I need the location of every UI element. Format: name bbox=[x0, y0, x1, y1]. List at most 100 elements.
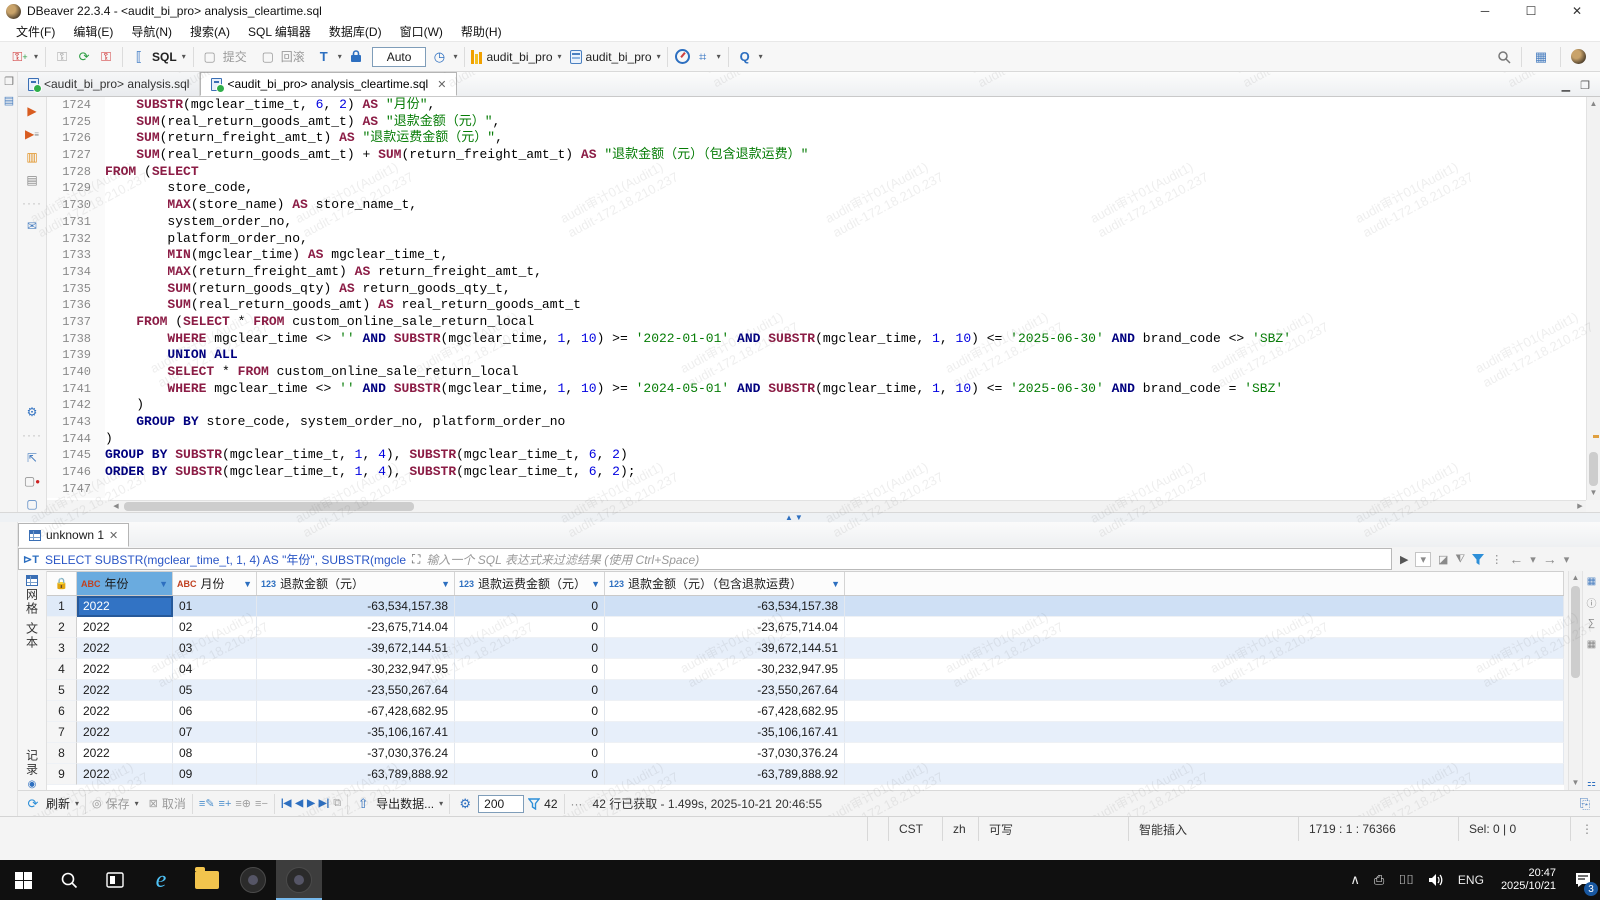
table-cell[interactable]: 2022 bbox=[77, 617, 173, 638]
menu-item-4[interactable]: SQL 编辑器 bbox=[240, 21, 319, 42]
perspective-icon[interactable]: ▦ bbox=[1532, 47, 1550, 67]
taskbar-search-icon[interactable] bbox=[46, 860, 92, 900]
table-cell[interactable]: 2022 bbox=[77, 659, 173, 680]
first-row-icon[interactable]: |◀ bbox=[281, 798, 292, 809]
table-cell[interactable]: 05 bbox=[173, 680, 257, 701]
grid-corner-cell[interactable]: 🔒 bbox=[47, 572, 77, 595]
code-line[interactable]: 1724 SUBSTR(mgclear_time_t, 6, 2) AS "月份… bbox=[47, 97, 1586, 114]
code-line[interactable]: 1739 UNION ALL bbox=[47, 347, 1586, 364]
menu-item-1[interactable]: 编辑(E) bbox=[65, 21, 121, 42]
table-cell[interactable]: 0 bbox=[455, 638, 605, 659]
overflow-dots[interactable]: ··· bbox=[571, 797, 583, 811]
network-icon[interactable]: ⌗ bbox=[694, 47, 712, 67]
transaction-mode-icon[interactable]: T bbox=[315, 47, 333, 67]
table-cell[interactable]: 2022 bbox=[77, 596, 173, 617]
internet-explorer-icon[interactable]: e bbox=[138, 860, 184, 900]
execute-script-icon[interactable]: ▶ ≡ bbox=[23, 126, 41, 142]
results-vertical-scrollbar[interactable]: ▲ ▼ bbox=[1568, 571, 1582, 790]
quick-search-dropdown-icon[interactable]: ▾ bbox=[759, 52, 763, 61]
table-cell[interactable]: 0 bbox=[455, 743, 605, 764]
table-cell[interactable]: -37,030,376.24 bbox=[605, 743, 845, 764]
transaction-dropdown-icon[interactable]: ▾ bbox=[338, 52, 342, 61]
minimize-editor-icon[interactable]: ▁ bbox=[1562, 79, 1570, 92]
code-line[interactable]: 1743 GROUP BY store_code, system_order_n… bbox=[47, 414, 1586, 431]
go-to-row-icon[interactable]: ⧉ bbox=[333, 797, 341, 810]
table-cell[interactable]: -30,232,947.95 bbox=[605, 659, 845, 680]
refresh-icon[interactable]: ⟳ bbox=[24, 794, 42, 814]
export-log-icon[interactable]: ⇱ bbox=[23, 450, 41, 466]
splitter-collapse-icons[interactable]: ▲▼ bbox=[785, 513, 805, 522]
tray-usb-icon[interactable]: ⎙ bbox=[1367, 872, 1391, 888]
transaction-log-dropdown-icon[interactable]: ▾ bbox=[453, 52, 457, 61]
search-icon[interactable] bbox=[1497, 50, 1511, 64]
table-row[interactable]: 4 2022 04 -30,232,947.95 0 -30,232,947.95 bbox=[47, 659, 1564, 680]
fetch-settings-gear-icon[interactable]: ⚙ bbox=[456, 794, 474, 814]
code-line[interactable]: 1745 GROUP BY SUBSTR(mgclear_time_t, 1, 4… bbox=[47, 447, 1586, 465]
table-cell[interactable]: 2022 bbox=[77, 638, 173, 659]
table-cell[interactable]: 0 bbox=[455, 596, 605, 617]
sort-dropdown-icon[interactable]: ▼ bbox=[831, 579, 840, 589]
network-dropdown-icon[interactable]: ▾ bbox=[717, 52, 721, 61]
table-cell[interactable]: 0 bbox=[455, 659, 605, 680]
results-tab[interactable]: unknown 1 ✕ bbox=[18, 523, 130, 547]
save-button[interactable]: 保存 bbox=[106, 795, 130, 812]
row-number[interactable]: 6 bbox=[47, 701, 77, 722]
table-cell[interactable]: 09 bbox=[173, 764, 257, 785]
output-icon[interactable]: ✉ bbox=[23, 218, 41, 234]
tab-text-view[interactable]: 文本 bbox=[24, 622, 41, 650]
row-number[interactable]: 7 bbox=[47, 722, 77, 743]
column-header-3[interactable]: 123 退款运费金额（元） ▼ bbox=[455, 572, 605, 595]
code-line[interactable]: 1734 MAX(return_freight_amt) AS return_f… bbox=[47, 263, 1586, 281]
rollback-button[interactable]: 回滚 bbox=[281, 48, 305, 65]
menu-item-5[interactable]: 数据库(D) bbox=[321, 21, 390, 42]
filters-menu-icon[interactable] bbox=[1472, 553, 1485, 565]
sql-code-editor[interactable]: 1724 SUBSTR(mgclear_time_t, 6, 2) AS "月份… bbox=[47, 97, 1586, 500]
start-button[interactable] bbox=[0, 860, 46, 900]
column-header-0[interactable]: ABC 年份 ▼ bbox=[77, 572, 173, 595]
code-line[interactable]: 1729 store_code, bbox=[47, 180, 1586, 198]
result-grid-icon[interactable]: ▤ bbox=[23, 172, 41, 188]
code-line[interactable]: 1747 bbox=[47, 480, 1586, 498]
quick-search-icon[interactable]: Q bbox=[736, 47, 754, 67]
column-header-4[interactable]: 123 退款金额（元）（包含退款运费） ▼ bbox=[605, 572, 845, 595]
table-cell[interactable]: -37,030,376.24 bbox=[257, 743, 455, 764]
editor-tab-0[interactable]: <audit_bi_pro> analysis.sql bbox=[18, 72, 201, 96]
results-scroll-up-icon[interactable]: ▲ bbox=[1569, 571, 1582, 585]
menu-item-6[interactable]: 窗口(W) bbox=[392, 21, 451, 42]
row-number[interactable]: 3 bbox=[47, 638, 77, 659]
transaction-log-icon[interactable]: ◷ bbox=[430, 47, 448, 67]
code-line[interactable]: 1725 SUM(real_return_goods_amt_t) AS "退款… bbox=[47, 113, 1586, 131]
table-cell[interactable]: -63,534,157.38 bbox=[605, 596, 845, 617]
save-dropdown-icon[interactable]: ▾ bbox=[135, 799, 139, 808]
code-line[interactable]: 1740 SELECT * FROM custom_online_sale_re… bbox=[47, 364, 1586, 381]
menu-item-7[interactable]: 帮助(H) bbox=[453, 21, 510, 42]
menu-item-3[interactable]: 搜索(A) bbox=[182, 21, 238, 42]
dashboard-icon[interactable] bbox=[674, 49, 690, 64]
code-line[interactable]: 1730 MAX(store_name) AS store_name_t, bbox=[47, 197, 1586, 214]
edit-cell-icon[interactable]: ≡✎ bbox=[199, 797, 215, 810]
sort-dropdown-icon[interactable]: ▼ bbox=[591, 579, 600, 589]
dbeaver-taskbar-icon[interactable] bbox=[276, 860, 322, 900]
panel-metadata-icon[interactable]: ⓘ bbox=[1585, 596, 1599, 610]
nav-forward-icon[interactable]: → bbox=[1543, 551, 1557, 567]
minimize-button[interactable]: ─ bbox=[1462, 0, 1508, 22]
add-row-icon[interactable]: ≡+ bbox=[219, 798, 232, 810]
code-line[interactable]: 1726 SUM(return_freight_amt_t) AS "退款运费金… bbox=[47, 130, 1586, 148]
table-row[interactable]: 8 2022 08 -37,030,376.24 0 -37,030,376.24 bbox=[47, 743, 1564, 764]
table-row[interactable]: 9 2022 09 -63,789,888.92 0 -63,789,888.92 bbox=[47, 764, 1564, 785]
table-row[interactable]: 6 2022 06 -67,428,682.95 0 -67,428,682.95 bbox=[47, 701, 1564, 722]
statusbar-dots[interactable]: ⋮ bbox=[1570, 817, 1600, 841]
table-cell[interactable]: 0 bbox=[455, 722, 605, 743]
commit-button[interactable]: 提交 bbox=[223, 48, 247, 65]
code-line[interactable]: 1742 ) bbox=[47, 397, 1586, 415]
table-cell[interactable]: 2022 bbox=[77, 680, 173, 701]
fetch-all-icon[interactable] bbox=[528, 797, 541, 810]
menu-item-2[interactable]: 导航(N) bbox=[123, 21, 180, 42]
connection-selector[interactable]: audit_bi_pro ▾ bbox=[467, 49, 565, 64]
code-line[interactable]: 1736 SUM(real_return_goods_amt) AS real_… bbox=[47, 297, 1586, 314]
export-dropdown-icon[interactable]: ▾ bbox=[439, 799, 443, 808]
fetch-size-input[interactable]: 200 bbox=[478, 794, 525, 813]
panel-value-viewer-icon[interactable]: ▦ bbox=[1585, 575, 1599, 588]
table-cell[interactable]: -23,675,714.04 bbox=[257, 617, 455, 638]
table-cell[interactable]: 02 bbox=[173, 617, 257, 638]
